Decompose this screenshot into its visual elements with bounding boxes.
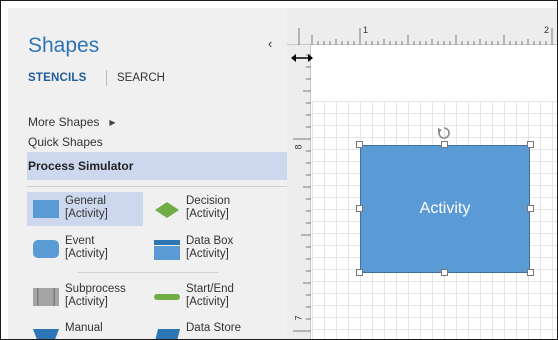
process-simulator-stencil[interactable]: Process Simulator	[27, 152, 287, 180]
shapes-pane-title: Shapes	[28, 34, 100, 57]
shape-label: Data Store	[186, 322, 241, 334]
horizontal-ruler: 1 2	[287, 8, 557, 45]
manual-icon	[33, 329, 59, 339]
resize-horizontal-icon	[291, 54, 313, 62]
ruler-ticks	[293, 54, 311, 332]
shape-decision-activity[interactable]: Decision [Activity]	[148, 192, 264, 226]
shape-label: Data Box [Activity]	[186, 235, 234, 260]
more-shapes-label: More Shapes	[28, 115, 100, 129]
drawing-canvas[interactable]: 1 2 8 7 Activity	[287, 8, 557, 339]
general-activity-icon	[33, 200, 59, 218]
divider	[27, 186, 287, 187]
shape-label: General [Activity]	[65, 195, 108, 220]
resize-handle-left[interactable]	[356, 205, 363, 212]
data-store-icon	[155, 329, 180, 339]
shape-label: Manual	[65, 322, 103, 334]
more-shapes-menu[interactable]: More Shapes ▶	[28, 115, 116, 129]
tab-stencils[interactable]: STENCILS	[28, 72, 86, 84]
drawing-page[interactable]: Activity	[312, 46, 557, 339]
event-activity-icon	[33, 240, 59, 258]
vertical-ruler: 8 7	[287, 45, 311, 339]
shape-start-end-activity[interactable]: Start/End [Activity]	[148, 280, 264, 314]
shapes-pane: Shapes ‹ STENCILS SEARCH More Shapes ▶ Qu…	[8, 8, 287, 339]
ruler-label: 1	[363, 25, 369, 35]
shape-label: Decision [Activity]	[186, 195, 231, 220]
collapse-pane-button[interactable]: ‹	[268, 36, 272, 51]
resize-handle-top-right[interactable]	[527, 141, 534, 148]
data-box-activity-icon	[154, 240, 180, 260]
start-end-activity-icon	[154, 294, 180, 300]
ruler-ticks	[298, 28, 553, 45]
shape-label: Start/End [Activity]	[186, 283, 234, 308]
shape-event-activity[interactable]: Event [Activity]	[27, 232, 143, 266]
ruler-label: 7	[293, 315, 304, 321]
ruler-label: 2	[544, 25, 550, 35]
rotate-handle-icon[interactable]	[437, 126, 451, 140]
resize-handle-right[interactable]	[527, 205, 534, 212]
resize-handle-bottom-left[interactable]	[356, 269, 363, 276]
shape-data-box-activity[interactable]: Data Box [Activity]	[148, 232, 264, 266]
quick-shapes-item[interactable]: Quick Shapes	[28, 135, 103, 149]
resize-handle-bottom[interactable]	[441, 269, 448, 276]
shape-label: Subprocess [Activity]	[65, 283, 126, 308]
activity-shape-label: Activity	[419, 200, 471, 217]
resize-handle-top-left[interactable]	[356, 141, 363, 148]
process-simulator-label: Process Simulator	[28, 159, 134, 173]
shape-general-activity[interactable]: General [Activity]	[27, 192, 143, 226]
ruler-label: 8	[293, 144, 304, 150]
app-window: Shapes ‹ STENCILS SEARCH More Shapes ▶ Qu…	[0, 0, 558, 340]
tab-search[interactable]: SEARCH	[117, 72, 165, 84]
resize-handle-bottom-right[interactable]	[527, 269, 534, 276]
chevron-right-icon: ▶	[109, 118, 116, 127]
divider	[78, 272, 218, 273]
shape-data-store[interactable]: Data Store	[148, 319, 264, 339]
shape-label: Event [Activity]	[65, 235, 108, 260]
tab-divider	[106, 70, 107, 86]
resize-handle-top[interactable]	[441, 141, 448, 148]
subprocess-activity-icon	[33, 288, 59, 306]
decision-activity-icon	[155, 202, 179, 218]
activity-shape[interactable]: Activity	[360, 145, 530, 273]
shape-subprocess-activity[interactable]: Subprocess [Activity]	[27, 280, 143, 314]
shape-manual[interactable]: Manual	[27, 319, 143, 339]
